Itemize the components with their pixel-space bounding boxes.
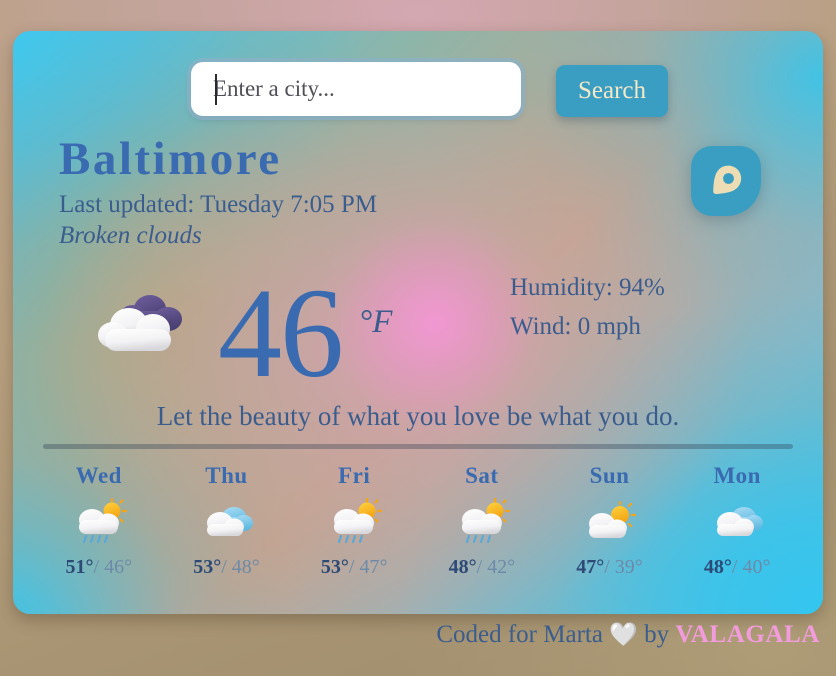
forecast-day-name: Mon (713, 463, 761, 488)
forecast-day[interactable]: Wed 51°/ 46° (35, 463, 163, 579)
forecast-high: 53° (320, 556, 349, 578)
footer-prefix: Coded for Marta (436, 621, 603, 648)
forecast-separator: / (476, 556, 483, 578)
forecast-low: 42° (487, 556, 516, 578)
forecast-row: Wed 51°/ 46° Thu 53°/ 48° Fri 53°/ 47° S… (35, 463, 801, 579)
forecast-day[interactable]: Mon 48°/ 40° (673, 463, 801, 579)
forecast-low: 46° (104, 556, 133, 578)
location-pin-icon (691, 146, 761, 216)
forecast-high: 48° (448, 556, 477, 578)
forecast-separator: / (604, 556, 610, 578)
forecast-day[interactable]: Thu 53°/ 48° (163, 463, 291, 579)
forecast-separator: / (93, 556, 100, 578)
sun-rain-cloud-icon (461, 498, 510, 544)
location-pin-button[interactable] (689, 144, 763, 218)
forecast-temps: 48°/ 40° (673, 556, 801, 579)
forecast-day[interactable]: Fri 53°/ 47° (290, 463, 418, 579)
forecast-low: 47° (359, 556, 388, 578)
temperature-unit: °F (359, 304, 393, 340)
forecast-high: 48° (703, 556, 732, 578)
footer-middle: by (644, 621, 670, 648)
humidity-text: Humidity: 94% (510, 274, 665, 301)
current-metrics: Humidity: 94% Wind: 0 mph (510, 269, 665, 347)
forecast-high: 53° (193, 556, 222, 578)
temperature-value: 46 (218, 262, 344, 404)
search-row: Search (13, 62, 823, 124)
search-input[interactable] (191, 62, 521, 116)
forecast-temps: 51°/ 46° (35, 556, 163, 579)
forecast-temps: 53°/ 48° (163, 556, 291, 579)
quote-text: Let the beauty of what you love be what … (156, 401, 680, 431)
forecast-separator: / (221, 556, 227, 578)
forecast-high: 51° (65, 556, 94, 578)
forecast-low: 48° (231, 556, 260, 578)
search-button[interactable]: Search (556, 65, 668, 117)
forecast-low: 39° (614, 556, 643, 578)
forecast-day-name: Wed (75, 463, 122, 488)
forecast-high: 47° (576, 556, 605, 578)
heart-icon: 🤍 (609, 622, 638, 647)
forecast-day-name: Sat (465, 463, 499, 488)
cloudy-icon (206, 507, 253, 536)
forecast-day-name: Sun (589, 463, 630, 488)
forecast-day-name: Fri (338, 463, 371, 488)
forecast-day[interactable]: Sat 48°/ 42° (418, 463, 546, 579)
forecast-separator: / (731, 556, 738, 578)
current-temperature-block: 46 °F (218, 269, 392, 419)
footer-credit: Coded for Marta 🤍 by VALAGALA (0, 621, 820, 649)
cloudy-icon (717, 507, 764, 536)
footer-brand[interactable]: VALAGALA (675, 621, 820, 648)
forecast-temps: 47°/ 39° (546, 556, 674, 579)
forecast-temps: 53°/ 47° (290, 556, 418, 579)
wind-text: Wind: 0 mph (510, 312, 641, 340)
sun-cloud-icon (588, 500, 636, 538)
forecast-day[interactable]: Sun 47°/ 39° (546, 463, 674, 579)
forecast-temps: 48°/ 42° (418, 556, 546, 579)
text-cursor (215, 74, 217, 105)
weather-card: Search Baltimore Last updated: Tuesday 7… (13, 31, 823, 614)
current-weather-icon (95, 283, 195, 365)
last-updated-text: Last updated: Tuesday 7:05 PM (59, 191, 378, 218)
forecast-low: 40° (742, 556, 771, 578)
broken-clouds-icon (98, 295, 182, 351)
forecast-separator: / (348, 556, 355, 578)
weather-description: Broken clouds (59, 222, 202, 249)
forecast-day-name: Thu (205, 463, 248, 488)
city-name: Baltimore (59, 133, 282, 185)
sun-rain-cloud-icon (78, 498, 127, 544)
divider (43, 444, 793, 449)
sun-rain-cloud-icon (334, 498, 383, 544)
